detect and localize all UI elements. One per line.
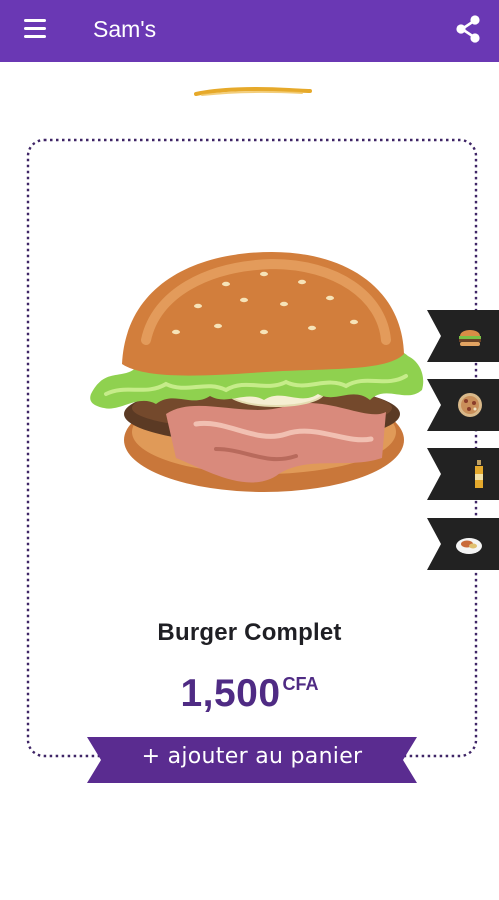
category-tab-burger[interactable]	[427, 310, 499, 362]
price-currency: CFA	[282, 674, 319, 694]
brush-stroke-decoration	[194, 85, 312, 97]
category-tab-dishes[interactable]	[427, 518, 499, 570]
app-title: Sam's	[93, 16, 157, 42]
product-price: 1,500 CFA	[0, 672, 499, 716]
burger-icon	[459, 330, 481, 346]
category-tab-drinks[interactable]	[427, 448, 499, 500]
category-tab-pizza[interactable]	[427, 379, 499, 431]
add-to-cart-button[interactable]: + ajouter au panier	[87, 733, 417, 785]
add-to-cart-label: + ajouter au panier	[141, 744, 363, 769]
price-value: 1,500	[180, 672, 281, 715]
burger-image	[86, 244, 428, 502]
pizza-icon	[458, 393, 482, 417]
app-screen: Sam's Burger Complet 1,500 CFA + ajouter…	[0, 0, 499, 900]
app-bar: Sam's	[0, 0, 499, 62]
product-name: Burger Complet	[157, 619, 342, 646]
hamburger-menu-icon[interactable]	[18, 14, 54, 44]
share-icon[interactable]	[451, 12, 485, 46]
plate-dish-icon	[456, 538, 482, 554]
